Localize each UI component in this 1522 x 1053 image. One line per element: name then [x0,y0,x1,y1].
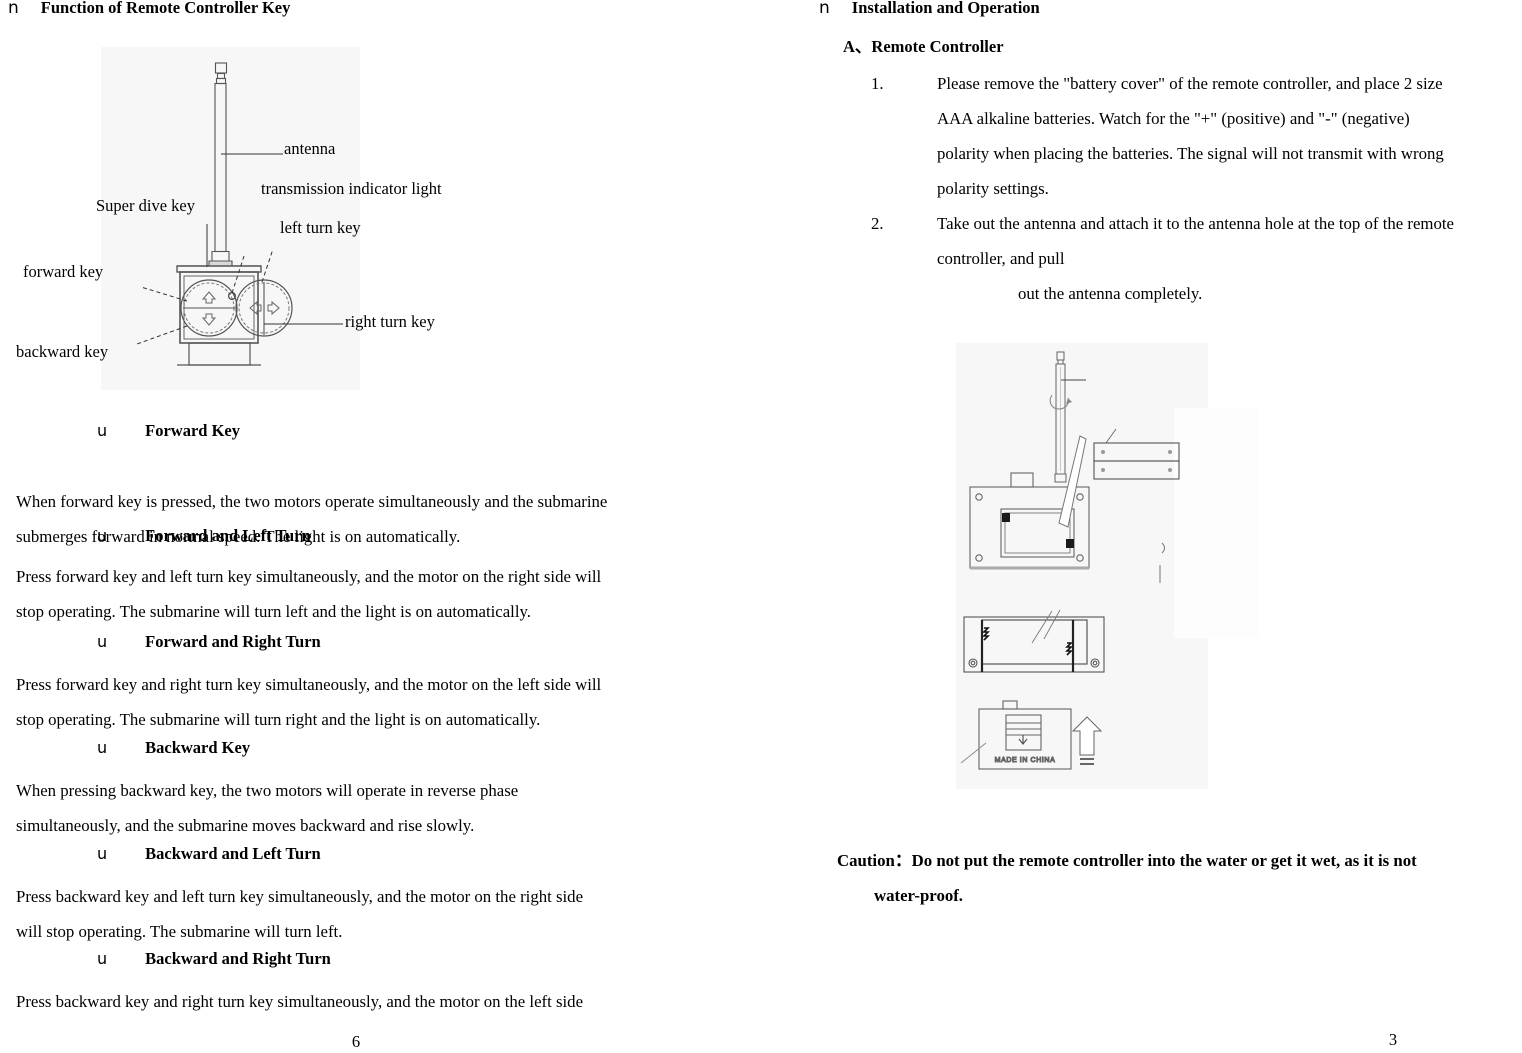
battery-compartment-detail [963,609,1105,673]
bullet-marker-icon: u [97,844,108,863]
item-line-1: Take out the antenna and attach it to th… [937,214,1454,233]
page-number-left: 6 [351,1032,361,1051]
bullet-backward-and-right-turn: u Backward and Right Turn [97,949,331,969]
left-page: n Function of Remote Controller Key ante… [0,0,761,1053]
paragraph-forward-right-line2: stop operating. The submarine will turn … [16,710,541,729]
item-number: 2. [871,214,884,233]
caution-separator: ： [894,851,912,870]
battery-installation-drawing: MADE IN CHINA [960,351,1180,770]
right-page: n Installation and Operation A、Remote Con… [761,0,1522,1053]
bullet-marker-icon: u [97,632,108,651]
figure-label-antenna: antenna [284,139,336,158]
caution-line-2: water-proof. [874,886,964,905]
bullet-title: Forward and Left Turn [145,526,311,545]
caution-text: Do not put the remote controller into th… [911,851,1417,870]
sub-heading-remote-controller: A、Remote Controller [843,37,1004,56]
paragraph-backward-left-line2: will stop operating. The submarine will … [16,922,343,941]
figure-label-forward-key: forward key [23,262,104,281]
bullet-forward-and-left-turn: u Forward and Left Turn [97,526,311,546]
item-line-3: polarity when placing the batteries. The… [937,144,1444,163]
paragraph-forward-right-line1: Press forward key and right turn key sim… [16,675,602,694]
item-line-2: controller, and pull [937,249,1065,268]
paragraph-forward-left-line1: Press forward key and left turn key simu… [16,567,602,586]
numbered-item-2: 2. Take out the antenna and attach it to… [871,206,1454,276]
item-line-2: AAA alkaline batteries. Watch for the "+… [937,109,1410,128]
paragraph-backward-key-line1: When pressing backward key, the two moto… [16,781,519,800]
figure-label-transmission-indicator-light: transmission indicator light [261,179,442,198]
bullet-title: Backward Key [145,738,251,757]
bullet-title: Backward and Left Turn [145,844,321,863]
bullet-marker-icon: u [97,738,108,757]
section-marker-icon: n [819,0,830,18]
section-marker-icon: n [8,0,19,18]
bullet-marker-icon: u [97,949,108,968]
bullet-backward-and-left-turn: u Backward and Left Turn [97,844,321,864]
bullet-forward-and-right-turn: u Forward and Right Turn [97,632,321,652]
item-number: 1. [871,74,884,93]
caution-label: Caution [837,851,895,870]
paragraph-backward-left-line1: Press backward key and left turn key sim… [16,887,584,906]
paragraph-forward-key-line1: When forward key is pressed, the two mot… [16,492,608,511]
right-section-heading: n Installation and Operation [819,0,1040,18]
left-right-turn-pad [235,279,293,337]
item-line-4: polarity settings. [937,179,1049,198]
forward-backward-pad [180,279,238,337]
numbered-item-1: 1. Please remove the "battery cover" of … [871,66,1444,206]
item-2-indented-line: out the antenna completely. [1018,284,1203,303]
figure-label-backward-key: backward key [16,342,109,361]
aaa-batteries [1093,428,1180,480]
figure-label-right-turn-key: right turn key [345,312,435,331]
bullet-backward-key: u Backward Key [97,738,250,758]
bullet-title: Forward Key [145,421,240,440]
bullet-marker-icon: u [97,421,108,440]
remote-back-shell [969,435,1090,570]
paragraph-backward-key-line2: simultaneously, and the submarine moves … [16,816,475,835]
section-heading-text: Function of Remote Controller Key [40,0,291,17]
bullet-marker-icon: u [97,526,108,545]
bullet-title: Forward and Right Turn [145,632,321,651]
item-line-1: Please remove the "battery cover" of the… [937,74,1443,93]
battery-cover-drawing: MADE IN CHINA [960,700,1103,770]
caution-line-1: Caution：Do not put the remote controller… [837,843,1417,878]
left-section-heading: n Function of Remote Controller Key [8,0,290,18]
paragraph-backward-right-line1: Press backward key and right turn key si… [16,992,584,1011]
paragraph-forward-left-line2: stop operating. The submarine will turn … [16,602,531,621]
page-number-right: 3 [1388,1030,1398,1049]
figure-label-left-turn-key: left turn key [280,218,361,237]
bullet-forward-key: u Forward Key [97,421,240,441]
section-heading-text: Installation and Operation [851,0,1040,17]
bullet-title: Backward and Right Turn [145,949,331,968]
made-in-china-text: MADE IN CHINA [995,757,1056,764]
figure-label-super-dive-key: Super dive key [96,196,195,215]
